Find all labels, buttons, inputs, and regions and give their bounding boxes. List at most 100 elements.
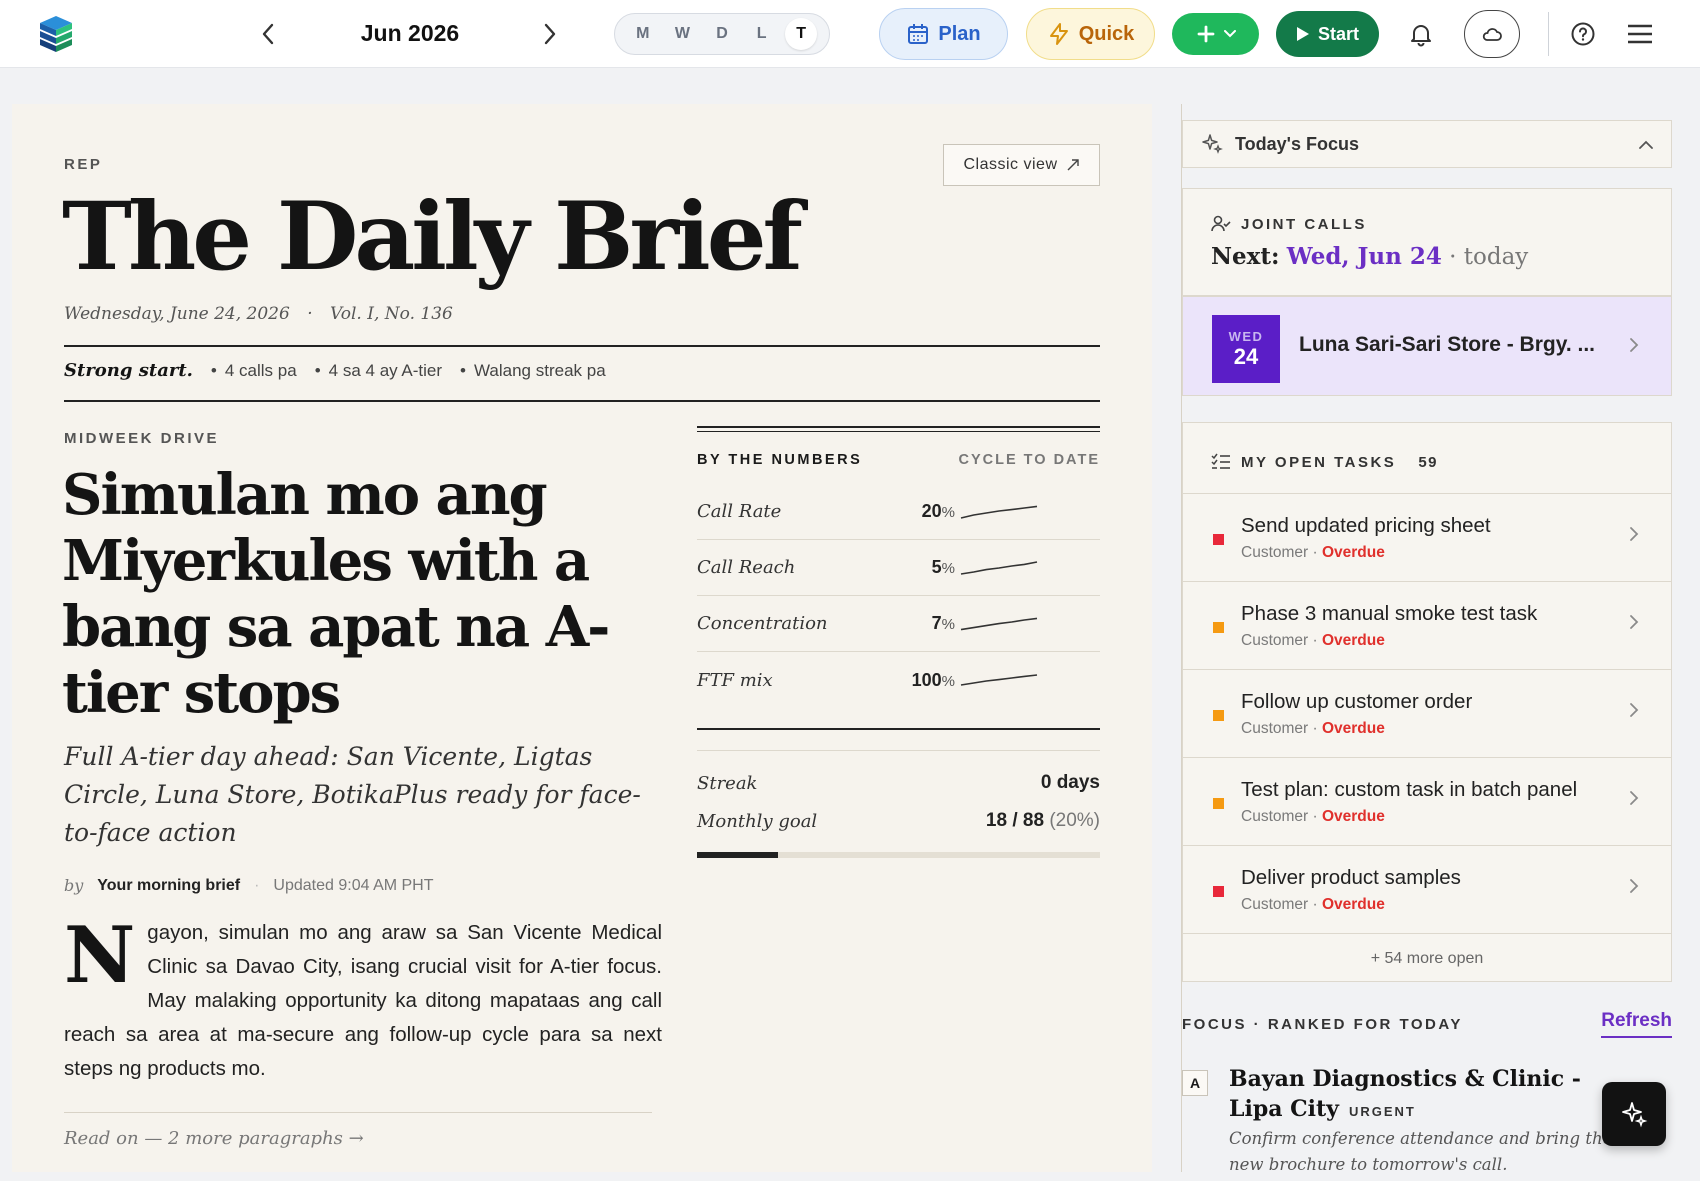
ranked-header: FOCUS · RANKED FOR TODAY Refresh: [1182, 1010, 1672, 1038]
byline-by: by: [64, 876, 84, 895]
stat-value: 5%: [931, 557, 955, 577]
event-date-badge: WED 24: [1212, 315, 1280, 383]
notifications-button[interactable]: [1401, 14, 1441, 54]
read-on-link[interactable]: Read on — 2 more paragraphs →: [64, 1128, 364, 1149]
chevron-right-icon: [1630, 879, 1639, 893]
user-check-icon: [1211, 215, 1231, 232]
bell-icon: [1411, 25, 1431, 47]
view-week-button[interactable]: W: [666, 18, 698, 50]
chevron-left-icon: [262, 23, 274, 45]
streak-value: 0 days: [1040, 772, 1100, 793]
stat-row: Call Reach 5%: [697, 540, 1100, 596]
article-text: gayon, simulan mo ang araw sa San Vicent…: [64, 921, 662, 1080]
stat-row: Concentration 7%: [697, 596, 1100, 652]
task-row[interactable]: Test plan: custom task in batch panel Cu…: [1183, 757, 1671, 845]
view-list-button[interactable]: L: [746, 18, 778, 50]
assistant-fab[interactable]: [1602, 1082, 1666, 1146]
help-icon: [1571, 22, 1595, 46]
more-open-link[interactable]: + 54 more open: [1183, 933, 1671, 983]
plus-icon: [1197, 25, 1214, 43]
chevron-right-icon: [1630, 527, 1639, 541]
joint-calls-header: JOINT CALLS: [1211, 215, 1367, 233]
view-month-button[interactable]: M: [627, 18, 659, 50]
task-title: Test plan: custom task in batch panel: [1241, 778, 1578, 801]
ranked-account[interactable]: Bayan Diagnostics & Clinic - Lipa City UR…: [1229, 1064, 1629, 1127]
priority-marker: [1213, 798, 1224, 809]
add-button[interactable]: [1172, 13, 1259, 55]
focus-panel: Today's Focus JOINT CALLS Next: Wed, Jun…: [1181, 104, 1687, 1172]
calendar-icon: [908, 24, 929, 44]
plan-label: Plan: [938, 22, 981, 45]
article-rule: [64, 1112, 652, 1113]
rep-kicker: REP: [64, 156, 103, 173]
menu-icon: [1628, 24, 1652, 44]
sparkline-path: [960, 674, 1038, 686]
sparkline: [960, 674, 1038, 686]
cloud-icon: [1482, 28, 1502, 41]
numbers-rule-thin: [697, 750, 1100, 751]
numbers-rule-top: [697, 426, 1100, 428]
chevron-up-icon[interactable]: [1639, 140, 1653, 149]
task-meta: Customer · Overdue: [1241, 720, 1385, 737]
numbers-header: BY THE NUMBERS CYCLE TO DATE: [697, 452, 1100, 468]
task-meta: Customer · Overdue: [1241, 632, 1385, 649]
stat-row: FTF mix 100%: [697, 652, 1100, 708]
event-name: Luna Sari-Sari Store - Brgy. ...: [1299, 333, 1596, 356]
joint-calls-label: JOINT CALLS: [1241, 215, 1367, 233]
streak-row: Streak 0 days: [697, 772, 1100, 794]
task-row[interactable]: Deliver product samples Customer · Overd…: [1183, 845, 1671, 933]
issue-date: Wednesday, June 24, 2026: [64, 304, 290, 324]
sparkline: [960, 617, 1038, 630]
task-title: Follow up customer order: [1241, 690, 1473, 713]
classic-view-button[interactable]: Classic view: [943, 144, 1100, 186]
task-meta: Customer · Overdue: [1241, 544, 1385, 561]
priority-marker: [1213, 886, 1224, 897]
view-today-button[interactable]: T: [785, 18, 818, 50]
menu-button[interactable]: [1620, 14, 1660, 54]
help-button[interactable]: [1563, 14, 1603, 54]
sync-button[interactable]: [1464, 10, 1520, 58]
goal-value: 18 / 88 (20%): [985, 810, 1100, 831]
priority-marker: [1213, 534, 1224, 545]
task-row[interactable]: Follow up customer order Customer · Over…: [1183, 669, 1671, 757]
refresh-button[interactable]: Refresh: [1601, 1010, 1672, 1038]
ranked-label: FOCUS · RANKED FOR TODAY: [1182, 1015, 1463, 1033]
section-kicker: MIDWEEK DRIVE: [64, 430, 220, 447]
goal-progress-bar: [697, 852, 1100, 858]
view-day-button[interactable]: D: [706, 18, 738, 50]
lightning-icon: [1049, 23, 1068, 45]
numbers-scope: CYCLE TO DATE: [958, 452, 1100, 468]
logo-icon[interactable]: [36, 14, 76, 54]
external-link-icon: [1067, 159, 1079, 171]
summary-item: 4 calls pa: [211, 361, 297, 381]
open-tasks-header: MY OPEN TASKS 59: [1211, 453, 1438, 471]
byline: by Your morning brief · Updated 9:04 AM …: [64, 876, 434, 895]
plan-button[interactable]: Plan: [879, 8, 1008, 60]
quick-button[interactable]: Quick: [1026, 8, 1155, 60]
drop-cap: N: [64, 910, 136, 1001]
start-button[interactable]: Start: [1276, 11, 1379, 57]
chevron-down-icon: [1223, 30, 1236, 38]
task-row[interactable]: Phase 3 manual smoke test task Customer …: [1183, 581, 1671, 669]
stat-label: FTF mix: [697, 669, 773, 691]
joint-call-event[interactable]: WED 24 Luna Sari-Sari Store - Brgy. ...: [1182, 296, 1672, 396]
chevron-right-icon: [1630, 703, 1639, 717]
streak-label: Streak: [697, 772, 758, 794]
classic-view-label: Classic view: [963, 156, 1058, 173]
urgent-tag: URGENT: [1348, 1104, 1416, 1119]
checklist-icon: [1211, 453, 1230, 469]
goal-label: Monthly goal: [697, 810, 818, 832]
priority-marker: [1213, 622, 1224, 633]
summary-strip: Strong start. 4 calls pa 4 sa 4 ay A-tie…: [64, 360, 1110, 381]
task-row[interactable]: Send updated pricing sheet Customer · Ov…: [1183, 493, 1671, 581]
focus-title: Today's Focus: [1235, 133, 1359, 154]
sparkle-icon: [1202, 134, 1223, 154]
dateline-separator: ·: [307, 304, 313, 324]
open-tasks-count: 59: [1418, 453, 1438, 471]
next-month-button[interactable]: [532, 16, 568, 52]
focus-header[interactable]: Today's Focus: [1182, 120, 1672, 168]
sparkline-path: [960, 617, 1038, 630]
issue-volume: Vol. I, No. 136: [330, 304, 453, 324]
prev-month-button[interactable]: [250, 16, 286, 52]
next-joint-call: Next: Wed, Jun 24 · today: [1211, 243, 1528, 270]
